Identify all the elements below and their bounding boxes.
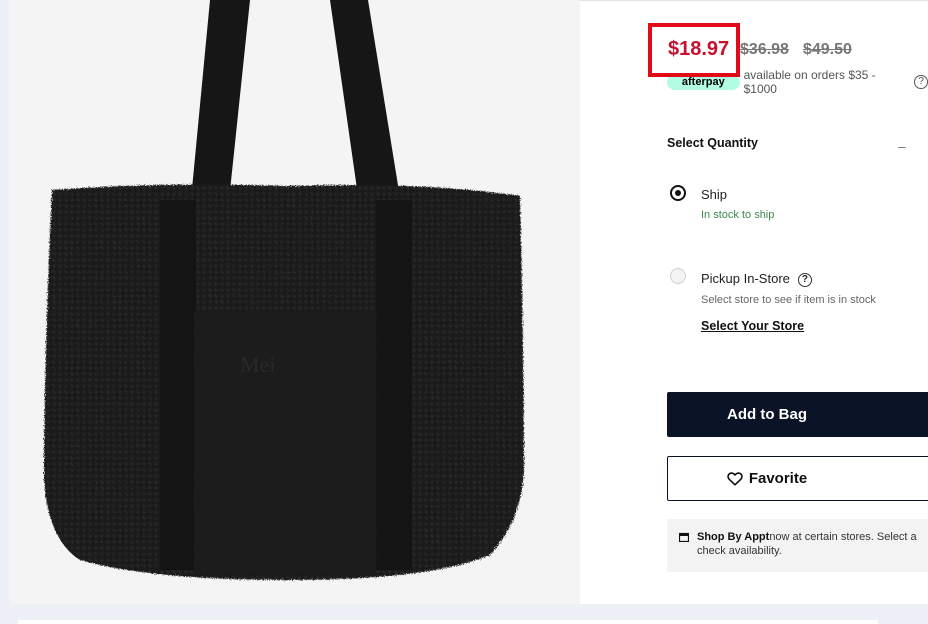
- pickup-option[interactable]: Pickup In-Store?: [701, 271, 812, 287]
- shop-by-appt-text-2: check availability.: [697, 545, 782, 557]
- current-price-highlight: $18.97: [648, 23, 740, 77]
- afterpay-text: available on orders $35 - $1000: [743, 68, 876, 96]
- quantity-collapse-icon[interactable]: –: [898, 138, 906, 154]
- pickup-radio[interactable]: [670, 268, 686, 284]
- ship-radio[interactable]: [670, 185, 686, 201]
- current-price: $18.97: [668, 37, 730, 60]
- original-price: $36.98: [740, 41, 789, 58]
- ship-stock-status: In stock to ship: [701, 209, 775, 221]
- shop-by-appt-title[interactable]: Shop By Appt: [697, 531, 769, 543]
- list-price: $49.50: [802, 41, 852, 58]
- shop-by-appt-text: now at certain stores. Select a: [769, 531, 917, 543]
- favorite-button[interactable]: Favorite: [667, 456, 928, 501]
- select-store-link[interactable]: Select Your Store: [701, 319, 804, 333]
- add-to-bag-label: Add to Bag: [727, 406, 807, 423]
- pickup-stock-status: Select store to see if item is in stock: [701, 294, 876, 306]
- help-circle-icon[interactable]: ?: [914, 75, 928, 89]
- shop-by-appt-box: Shop By Appt now at certain stores. Sele…: [667, 519, 928, 572]
- heart-icon: [727, 472, 743, 486]
- add-to-bag-button[interactable]: Add to Bag: [667, 392, 928, 437]
- svg-text:Mei: Mei: [240, 352, 275, 377]
- calendar-icon: [679, 532, 689, 542]
- page-gutter: [0, 0, 10, 624]
- bottom-strip: [10, 604, 928, 624]
- top-divider: [580, 0, 928, 1]
- pickup-label: Pickup In-Store: [701, 271, 790, 286]
- question-icon[interactable]: ?: [797, 273, 812, 287]
- product-image[interactable]: Mei: [10, 0, 580, 604]
- select-quantity-label[interactable]: Select Quantity: [667, 136, 758, 150]
- tote-bag-image: Mei: [44, 0, 524, 580]
- ship-label[interactable]: Ship: [701, 187, 727, 202]
- favorite-label: Favorite: [748, 470, 808, 487]
